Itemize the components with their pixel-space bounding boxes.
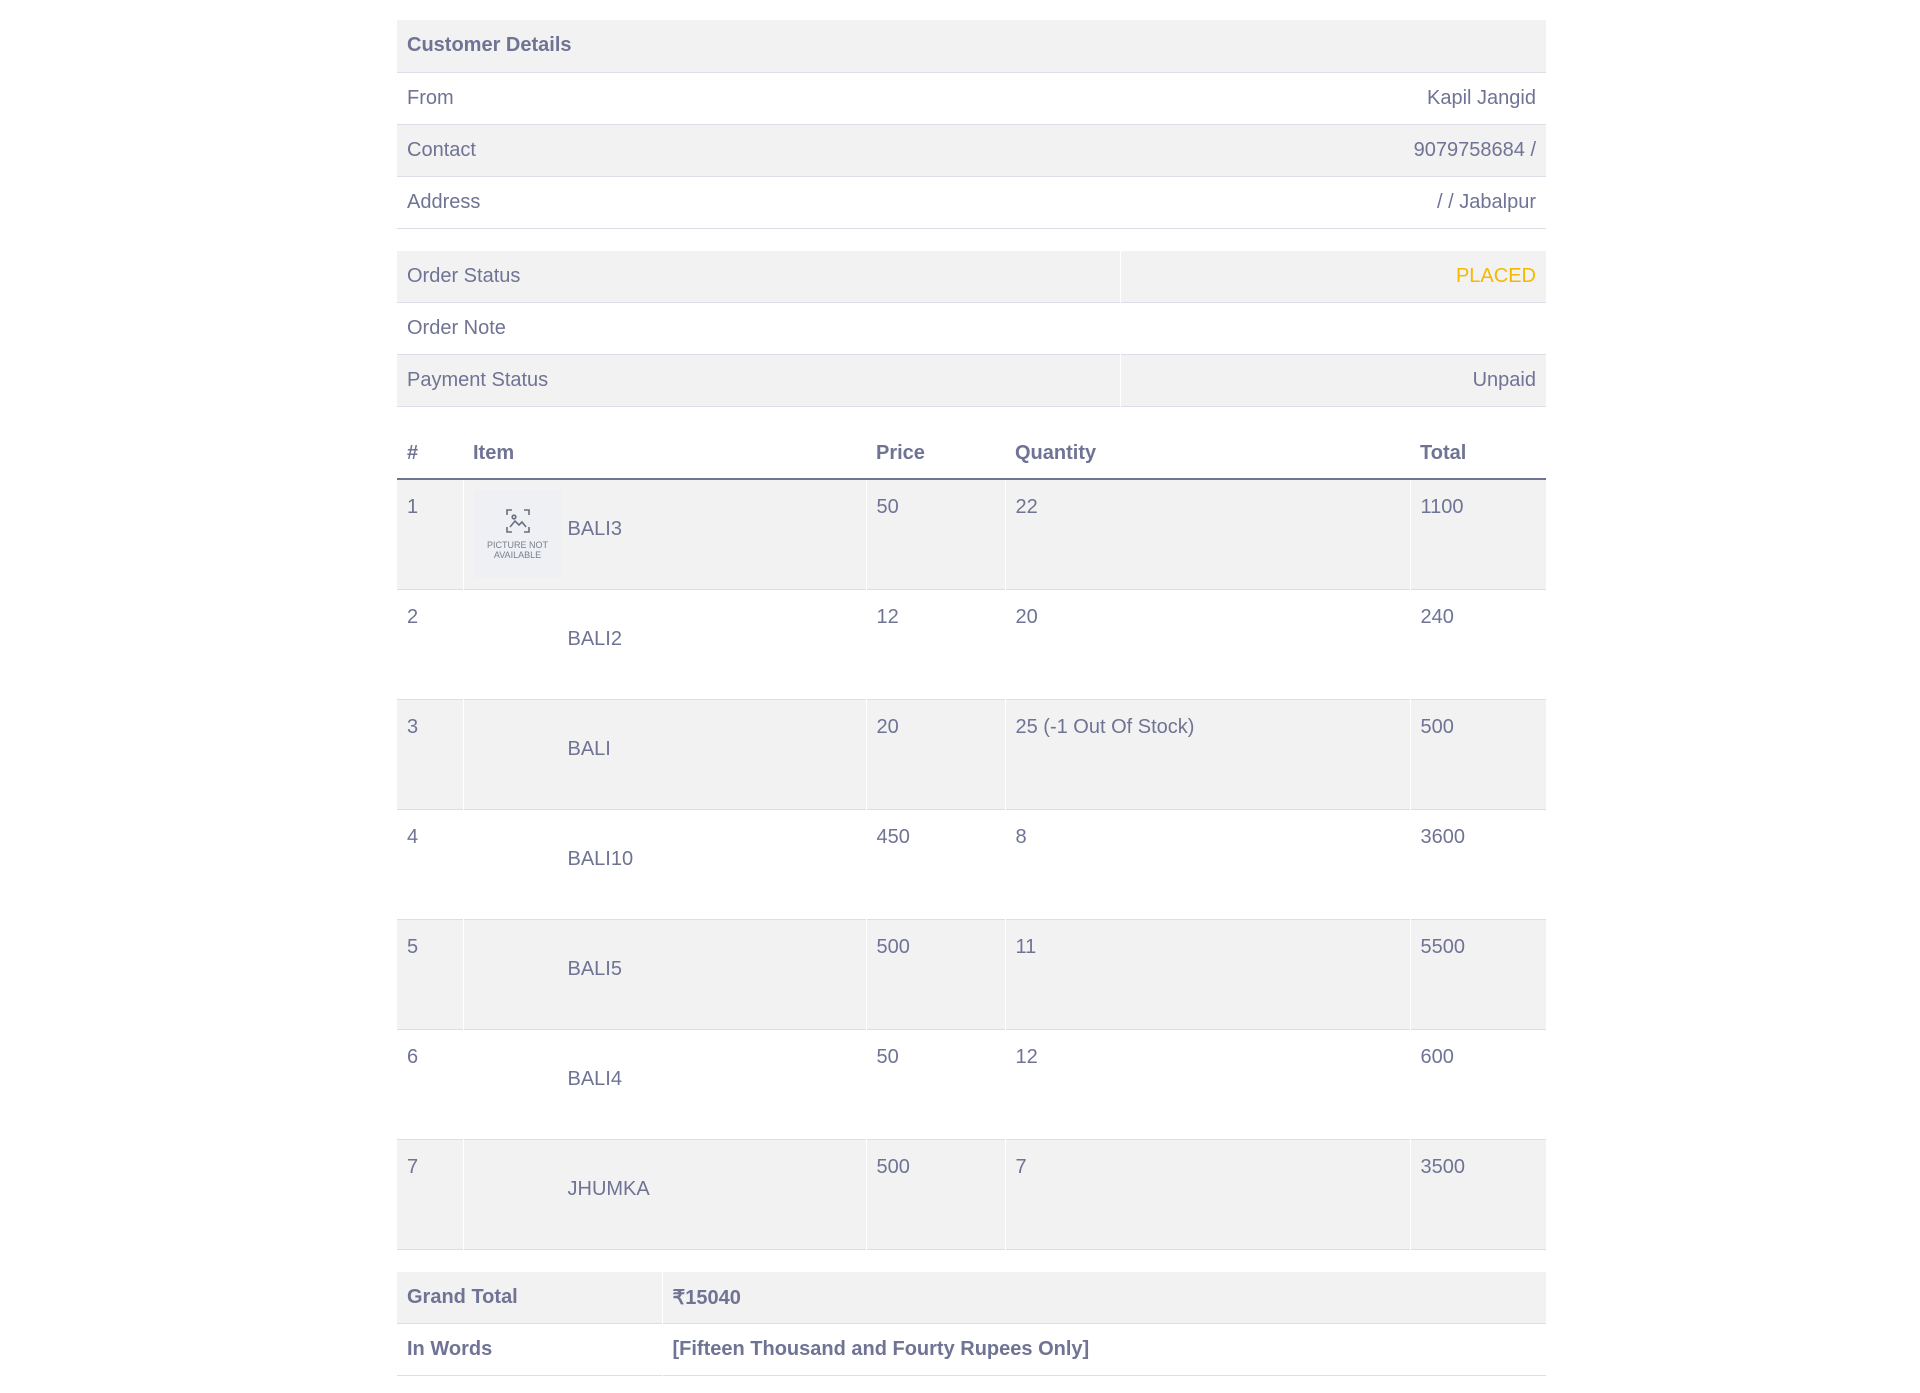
- item-price: 50: [865, 1029, 1005, 1139]
- item-price: 500: [865, 1139, 1005, 1249]
- order-status-row: Order Status PLACED: [397, 250, 1546, 303]
- from-value: Kapil Jangid: [1427, 86, 1536, 109]
- image-placeholder-icon: [505, 509, 530, 533]
- grand-total-label: Grand Total: [407, 1285, 518, 1308]
- item-quantity: 7: [1004, 1139, 1410, 1249]
- table-row: 6 BALI4 50 12 600: [397, 1029, 1546, 1139]
- item-quantity: 22: [1004, 479, 1410, 589]
- in-words-row: In Words [Fifteen Thousand and Fourty Ru…: [397, 1323, 1546, 1376]
- row-number: 7: [407, 1155, 419, 1178]
- item-quantity: 11: [1004, 919, 1410, 1029]
- grand-total-row: Grand Total ₹15040: [397, 1271, 1546, 1324]
- item-price: 450: [865, 809, 1005, 919]
- items-table: # Item Price Quantity Total 1 PICTURE NO…: [397, 429, 1546, 1250]
- item-total: 5500: [1409, 919, 1546, 1029]
- col-header-quantity: Quantity: [1015, 442, 1097, 464]
- item-name: BALI2: [567, 627, 622, 650]
- customer-details-header-row: Customer Details: [397, 20, 1546, 72]
- address-value: / / Jabalpur: [1437, 190, 1536, 213]
- items-header-row: # Item Price Quantity Total: [397, 429, 1546, 479]
- order-note-row: Order Note: [397, 302, 1546, 355]
- customer-row-contact: Contact 9079758684 /: [397, 124, 1546, 176]
- customer-row-from: From Kapil Jangid: [397, 72, 1546, 124]
- row-number: 1: [407, 496, 419, 518]
- item-cell: PICTURE NOT AVAILABLE BALI3: [462, 479, 866, 589]
- row-number: 2: [407, 605, 419, 628]
- picture-not-available-text: PICTURE NOT AVAILABLE: [487, 540, 548, 560]
- col-header-total: Total: [1420, 442, 1467, 464]
- customer-details-heading: Customer Details: [407, 34, 572, 57]
- customer-row-address: Address / / Jabalpur: [397, 176, 1546, 228]
- address-label: Address: [407, 190, 481, 213]
- table-row: 5 BALI5 500 11 5500: [397, 919, 1546, 1029]
- item-name: BALI10: [567, 847, 634, 870]
- item-total: 1100: [1409, 479, 1546, 589]
- item-price: 20: [865, 699, 1005, 809]
- item-price: 12: [865, 589, 1005, 699]
- placeholder-line-1: PICTURE NOT: [486, 540, 548, 550]
- grand-total-value: ₹15040: [661, 1271, 1546, 1324]
- item-cell: BALI10: [462, 809, 866, 919]
- item-name: BALI4: [567, 1067, 622, 1090]
- item-price: 50: [865, 479, 1005, 589]
- item-total: 600: [1409, 1029, 1546, 1139]
- placeholder-line-2: AVAILABLE: [493, 550, 542, 560]
- item-price: 500: [865, 919, 1005, 1029]
- item-quantity: 20: [1004, 589, 1410, 699]
- item-quantity: 25 (-1 Out Of Stock): [1004, 699, 1410, 809]
- from-label: From: [407, 86, 454, 109]
- picture-not-available-image: PICTURE NOT AVAILABLE: [473, 490, 562, 578]
- row-number: 5: [407, 935, 419, 958]
- in-words-label: In Words: [407, 1338, 493, 1360]
- item-cell: BALI: [462, 699, 866, 809]
- order-details: Customer Details From Kapil Jangid Conta…: [397, 20, 1546, 1376]
- customer-details-table: Customer Details From Kapil Jangid Conta…: [397, 20, 1546, 229]
- order-note-label: Order Note: [407, 317, 506, 339]
- item-name: BALI3: [567, 518, 622, 540]
- table-row: 3 BALI 20 25 (-1 Out Of Stock) 500: [397, 699, 1546, 809]
- payment-status-label: Payment Status: [407, 369, 549, 391]
- col-header-price: Price: [876, 442, 925, 464]
- item-total: 240: [1409, 589, 1546, 699]
- item-quantity: 8: [1004, 809, 1410, 919]
- item-name: JHUMKA: [567, 1177, 650, 1200]
- item-total: 3500: [1409, 1139, 1546, 1249]
- order-status-badge: PLACED: [1120, 250, 1546, 303]
- item-cell: BALI5: [462, 919, 866, 1029]
- order-status-table: Order Status PLACED Order Note Payment S…: [397, 250, 1546, 408]
- item-total: 500: [1409, 699, 1546, 809]
- item-cell: JHUMKA: [462, 1139, 866, 1249]
- item-name: BALI5: [567, 957, 622, 980]
- table-row: 4 BALI10 450 8 3600: [397, 809, 1546, 919]
- table-row: 2 BALI2 12 20 240: [397, 589, 1546, 699]
- order-status-label: Order Status: [407, 264, 521, 287]
- table-row: 1 PICTURE NOT AVAILABLE BALI3 50 22 1100: [397, 479, 1546, 589]
- row-number: 4: [407, 825, 419, 848]
- col-header-item: Item: [473, 442, 515, 464]
- in-words-value: [Fifteen Thousand and Fourty Rupees Only…: [661, 1323, 1546, 1376]
- item-name: BALI: [567, 737, 611, 760]
- payment-status-value: Unpaid: [1120, 354, 1546, 407]
- contact-label: Contact: [407, 138, 476, 161]
- item-cell: BALI2: [462, 589, 866, 699]
- row-number: 3: [407, 715, 419, 738]
- col-header-number: #: [407, 442, 419, 464]
- item-cell: BALI4: [462, 1029, 866, 1139]
- contact-value: 9079758684 /: [1413, 138, 1536, 161]
- totals-table: Grand Total ₹15040 In Words [Fifteen Tho…: [397, 1271, 1546, 1377]
- payment-status-row: Payment Status Unpaid: [397, 354, 1546, 407]
- order-note-value: [1120, 302, 1546, 355]
- item-quantity: 12: [1004, 1029, 1410, 1139]
- table-row: 7 JHUMKA 500 7 3500: [397, 1139, 1546, 1249]
- item-total: 3600: [1409, 809, 1546, 919]
- row-number: 6: [407, 1045, 419, 1068]
